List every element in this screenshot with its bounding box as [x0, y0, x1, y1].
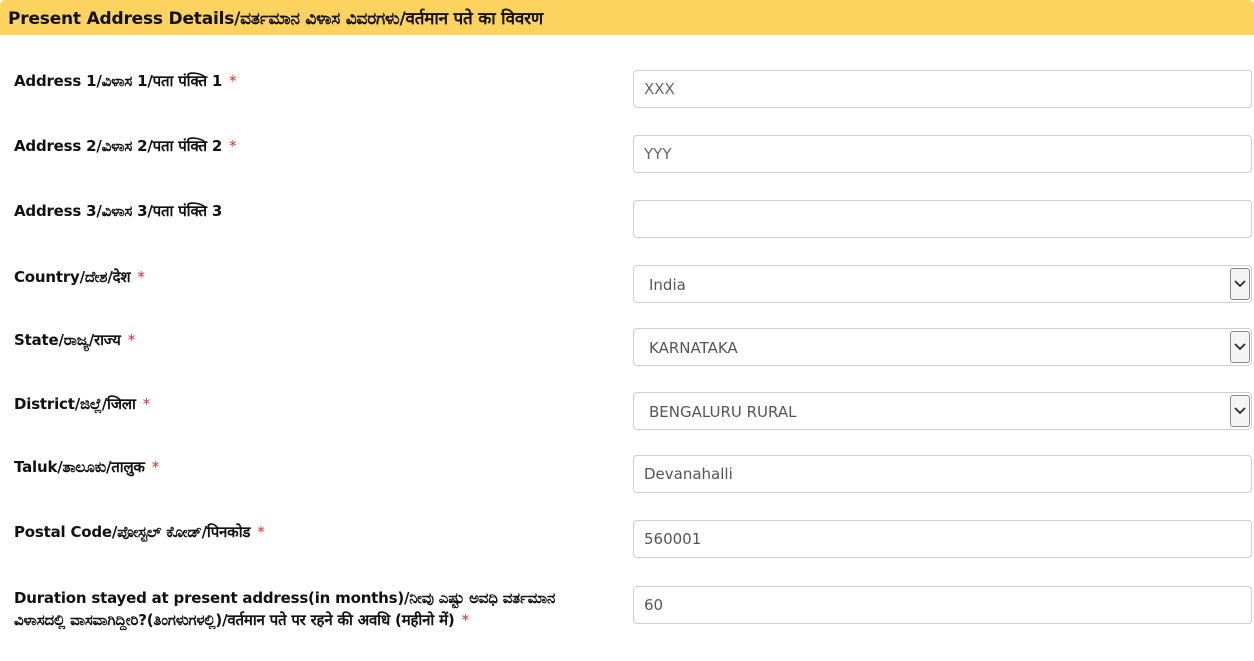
required-marker: * [461, 611, 470, 629]
required-marker: * [137, 268, 145, 286]
required-marker: * [257, 523, 265, 541]
state-select-value: KARNATAKA [649, 339, 738, 357]
required-marker: * [151, 458, 160, 476]
district-select-value: BENGALURU RURAL [649, 403, 797, 421]
district-label-text: District/ಜಿಲ್ಲೆ/जिला [14, 395, 136, 413]
postal-code-label-text: Postal Code/ಪೋಸ್ಟಲ್ ಕೋಡ್/पिनकोड [14, 523, 251, 541]
duration-label: Duration stayed at present address(in mo… [14, 587, 609, 631]
address3-label-text: Address 3/ವಿಳಾಸ 3/पता पंक्ति 3 [14, 202, 223, 220]
taluk-label: Taluk/ತಾಲೂಕು/तालुक * [14, 456, 614, 478]
chevron-down-icon[interactable] [1230, 331, 1250, 363]
address3-input[interactable] [633, 200, 1252, 238]
section-header: Present Address Details/ವರ್ತಮಾನ ವಿಳಾಸ ವಿ… [0, 0, 1254, 35]
address3-label: Address 3/ವಿಳಾಸ 3/पता पंक्ति 3 [14, 200, 614, 222]
country-select-value: India [649, 276, 686, 294]
required-marker: * [142, 395, 151, 413]
district-label: District/ಜಿಲ್ಲೆ/जिला * [14, 393, 614, 415]
chevron-down-icon[interactable] [1230, 395, 1250, 427]
address1-label-text: Address 1/ವಿಳಾಸ 1/पता पंक्ति 1 [14, 72, 223, 90]
required-marker: * [229, 72, 237, 90]
address2-label-text: Address 2/ವಿಳಾಸ 2/पता पंक्ति 2 [14, 137, 223, 155]
chevron-down-icon[interactable] [1230, 268, 1250, 300]
district-select[interactable]: BENGALURU RURAL [633, 392, 1252, 430]
duration-input[interactable] [633, 586, 1252, 624]
address1-label: Address 1/ವಿಳಾಸ 1/पता पंक्ति 1 * [14, 70, 614, 92]
section-title: Present Address Details/ವರ್ತಮಾನ ವಿಳಾಸ ವಿ… [8, 9, 543, 29]
country-select[interactable]: India [633, 265, 1252, 303]
state-label-text: State/ರಾಜ್ಯ/राज्य [14, 331, 121, 349]
state-select[interactable]: KARNATAKA [633, 328, 1252, 366]
state-label: State/ರಾಜ್ಯ/राज्य * [14, 329, 614, 351]
taluk-input[interactable] [633, 455, 1252, 493]
country-label: Country/ದೇಶ/देश * [14, 266, 614, 288]
duration-label-text: Duration stayed at present address(in mo… [14, 589, 556, 629]
required-marker: * [127, 331, 136, 349]
address2-input[interactable] [633, 135, 1252, 173]
taluk-label-text: Taluk/ತಾಲೂಕು/तालुक [14, 458, 145, 476]
address2-label: Address 2/ವಿಳಾಸ 2/पता पंक्ति 2 * [14, 135, 614, 157]
required-marker: * [229, 137, 237, 155]
postal-code-label: Postal Code/ಪೋಸ್ಟಲ್ ಕೋಡ್/पिनकोड * [14, 521, 614, 543]
country-label-text: Country/ದೇಶ/देश [14, 268, 131, 286]
address1-input[interactable] [633, 70, 1252, 108]
postal-code-input[interactable] [633, 520, 1252, 558]
